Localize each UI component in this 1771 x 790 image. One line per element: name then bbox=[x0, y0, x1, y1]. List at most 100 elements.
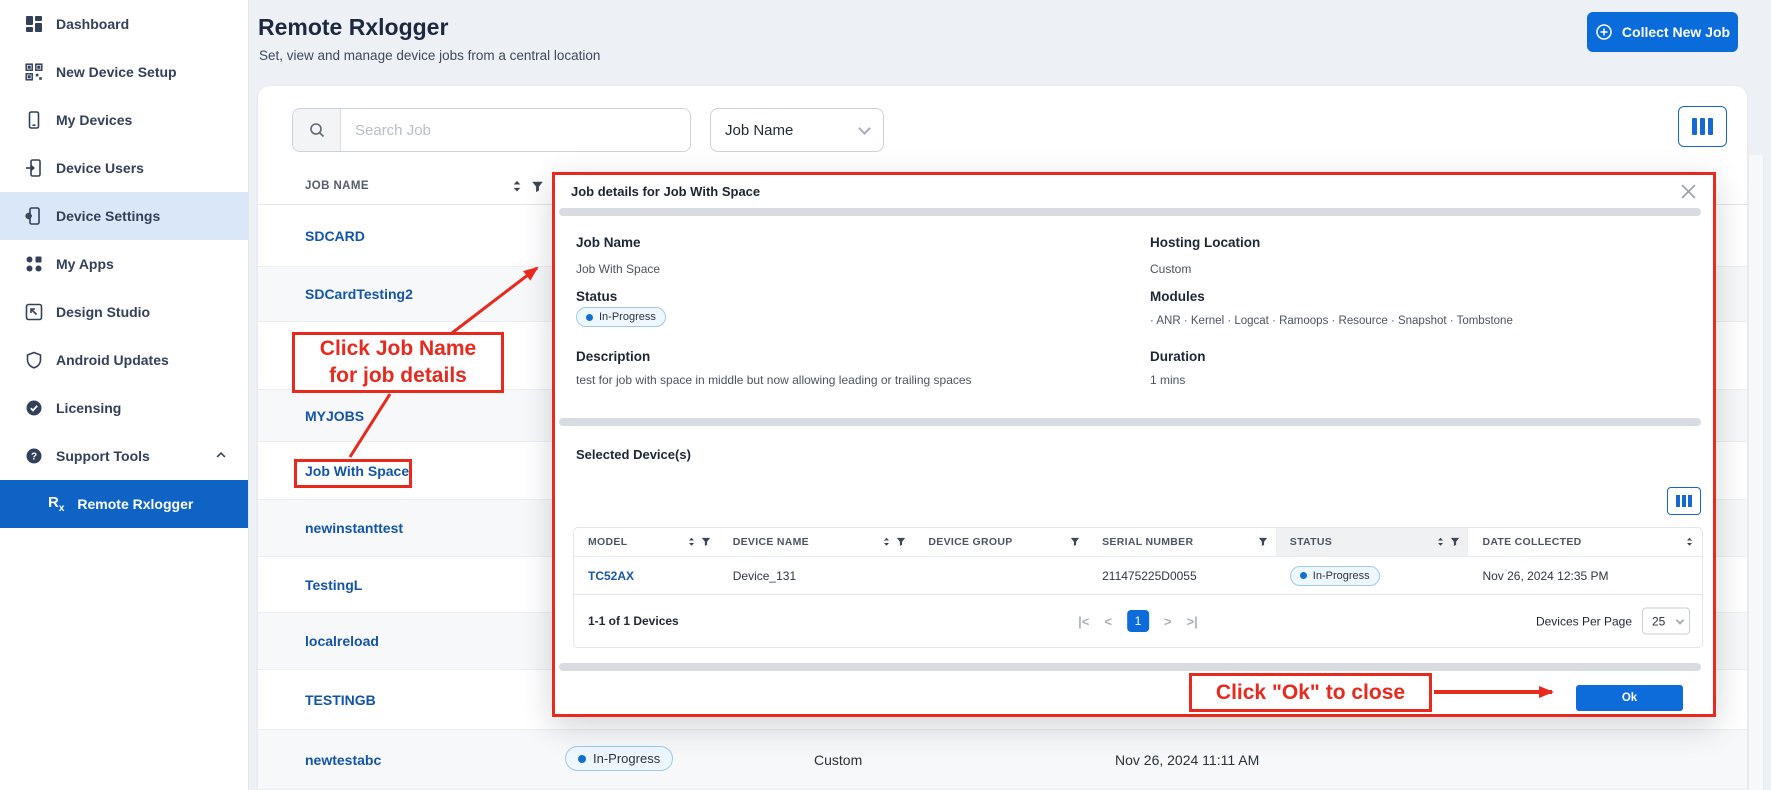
prev-page-button[interactable]: < bbox=[1104, 614, 1112, 629]
column-header-date-collected: DATE COLLECTED bbox=[1468, 528, 1702, 556]
job-link[interactable]: TESTINGB bbox=[305, 692, 376, 708]
close-icon[interactable] bbox=[1677, 180, 1699, 202]
column-header-serial-number: SERIAL NUMBER bbox=[1088, 528, 1276, 556]
devices-per-page-select[interactable]: 25 bbox=[1642, 608, 1690, 635]
sort-icon[interactable] bbox=[1685, 536, 1694, 548]
license-badge-icon bbox=[25, 399, 43, 417]
sidebar-item-device-users[interactable]: Device Users bbox=[0, 144, 248, 192]
sidebar-item-design-studio[interactable]: Design Studio bbox=[0, 288, 248, 336]
sidebar-item-my-devices[interactable]: My Devices bbox=[0, 96, 248, 144]
sort-icon[interactable] bbox=[882, 536, 891, 548]
current-page-button[interactable]: 1 bbox=[1127, 610, 1149, 632]
column-header-model: MODEL bbox=[574, 528, 719, 556]
smartphone-icon bbox=[25, 111, 43, 129]
annotation-ok-hint: Click "Ok" to close bbox=[1189, 673, 1432, 712]
sidebar-item-android-updates[interactable]: Android Updates bbox=[0, 336, 248, 384]
job-link[interactable]: localreload bbox=[305, 633, 379, 649]
device-user-icon bbox=[25, 159, 43, 177]
first-page-button[interactable]: |< bbox=[1078, 614, 1089, 629]
job-link[interactable]: newinstanttest bbox=[305, 520, 403, 536]
horizontal-scrollbar[interactable] bbox=[559, 418, 1701, 426]
sort-icon[interactable] bbox=[1436, 536, 1445, 548]
pagination-range: 1-1 of 1 Devices bbox=[588, 614, 679, 628]
job-name-label: Job Name bbox=[576, 235, 641, 250]
columns-icon bbox=[1692, 118, 1697, 135]
annotation-job-with-space-box bbox=[294, 459, 412, 488]
sidebar-item-my-apps[interactable]: My Apps bbox=[0, 240, 248, 288]
status-dot-icon bbox=[586, 314, 593, 321]
sidebar-item-label: Android Updates bbox=[56, 352, 169, 368]
filter-icon[interactable] bbox=[1450, 537, 1460, 547]
sidebar-item-label: Remote Rxlogger bbox=[77, 496, 193, 512]
filter-icon[interactable] bbox=[1258, 537, 1268, 547]
sidebar-item-label: Device Settings bbox=[56, 208, 160, 224]
sidebar-item-new-device-setup[interactable]: New Device Setup bbox=[0, 48, 248, 96]
job-link[interactable]: SDCARD bbox=[305, 228, 365, 244]
columns-icon bbox=[1676, 495, 1680, 507]
search-input[interactable] bbox=[341, 109, 690, 151]
last-page-button[interactable]: >| bbox=[1187, 614, 1198, 629]
status-dot-icon bbox=[1300, 572, 1307, 579]
next-page-button[interactable]: > bbox=[1164, 614, 1172, 629]
modules-value: · ANR · Kernel · Logcat · Ramoops · Reso… bbox=[1150, 315, 1513, 327]
svg-text:?: ? bbox=[31, 452, 37, 463]
search-icon bbox=[293, 109, 341, 151]
column-picker-button[interactable] bbox=[1678, 106, 1727, 147]
filter-icon[interactable] bbox=[701, 537, 711, 547]
collect-new-job-button[interactable]: Collect New Job bbox=[1587, 12, 1738, 52]
annotation-job-hint: Click Job Name for job details bbox=[292, 332, 504, 393]
search-group bbox=[292, 108, 691, 152]
shield-icon bbox=[25, 351, 43, 369]
ok-button[interactable]: Ok bbox=[1576, 685, 1683, 711]
search-field-value: Job Name bbox=[725, 122, 793, 139]
serial-number-cell: 211475225D0055 bbox=[1088, 569, 1276, 583]
sidebar-item-label: My Apps bbox=[56, 256, 114, 272]
sidebar-item-device-settings[interactable]: Device Settings bbox=[0, 192, 248, 240]
filter-icon[interactable] bbox=[531, 181, 544, 193]
hosting-location-cell: Custom bbox=[814, 752, 862, 768]
job-name-value: Job With Space bbox=[576, 262, 660, 276]
sidebar-item-label: New Device Setup bbox=[56, 64, 177, 80]
sidebar-item-label: Design Studio bbox=[56, 304, 150, 320]
collect-new-job-label: Collect New Job bbox=[1622, 24, 1730, 40]
horizontal-scrollbar[interactable] bbox=[559, 208, 1701, 216]
plus-circle-icon bbox=[1595, 23, 1613, 41]
job-link[interactable]: SDCardTesting2 bbox=[305, 286, 413, 302]
job-link[interactable]: TestingL bbox=[305, 577, 362, 593]
filter-icon[interactable] bbox=[1070, 537, 1080, 547]
chevron-up-icon bbox=[214, 448, 228, 465]
sidebar: Dashboard New Device Setup My Devices De… bbox=[0, 0, 249, 790]
hosting-location-label: Hosting Location bbox=[1150, 235, 1260, 250]
device-model-link[interactable]: TC52AX bbox=[588, 569, 634, 583]
job-details-panel: Job details for Job With Space Job Name … bbox=[552, 172, 1716, 717]
column-picker-button-small[interactable] bbox=[1667, 487, 1701, 515]
horizontal-scrollbar[interactable] bbox=[559, 663, 1701, 671]
qr-scan-icon bbox=[25, 63, 43, 81]
job-link[interactable]: MYJOBS bbox=[305, 408, 364, 424]
status-badge: In-Progress bbox=[565, 746, 673, 771]
sort-icon[interactable] bbox=[511, 179, 523, 194]
panel-title: Job details for Job With Space bbox=[571, 184, 760, 199]
sidebar-item-remote-rxlogger[interactable]: Rx Remote Rxlogger bbox=[0, 480, 248, 528]
sidebar-item-dashboard[interactable]: Dashboard bbox=[0, 0, 248, 48]
sidebar-item-support-tools[interactable]: ? Support Tools bbox=[0, 432, 248, 480]
duration-label: Duration bbox=[1150, 349, 1206, 364]
device-name-cell: Device_131 bbox=[719, 569, 915, 583]
page-subtitle: Set, view and manage device jobs from a … bbox=[259, 48, 600, 63]
devices-table: MODEL DEVICE NAME DEVICE GROUP SERIAL NU… bbox=[573, 527, 1703, 648]
search-field-select[interactable]: Job Name bbox=[710, 108, 884, 152]
apps-icon bbox=[25, 255, 43, 273]
column-header-status: STATUS bbox=[1276, 528, 1469, 556]
sort-icon[interactable] bbox=[687, 536, 696, 548]
help-circle-icon: ? bbox=[25, 447, 43, 465]
devices-per-page-label: Devices Per Page bbox=[1536, 614, 1632, 628]
job-link[interactable]: newtestabc bbox=[305, 752, 381, 768]
dashboard-icon bbox=[25, 15, 43, 33]
sidebar-item-licensing[interactable]: Licensing bbox=[0, 384, 248, 432]
status-label: Status bbox=[576, 289, 617, 304]
job-row-newtestabc: newtestabc In-Progress Custom Nov 26, 20… bbox=[258, 730, 1747, 790]
rx-icon: Rx bbox=[48, 495, 64, 514]
chevron-down-icon bbox=[1676, 616, 1684, 624]
vertical-scrollbar[interactable] bbox=[1748, 155, 1764, 790]
filter-icon[interactable] bbox=[896, 537, 906, 547]
